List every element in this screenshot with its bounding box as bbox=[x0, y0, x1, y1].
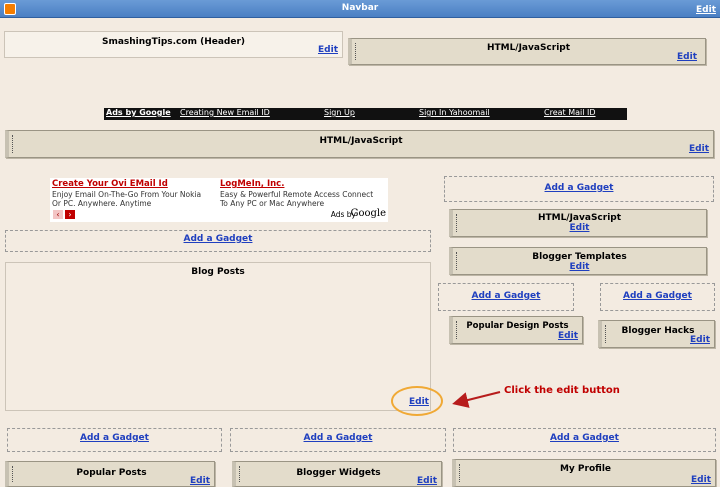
footer-add-gadget-2[interactable]: Add a Gadget bbox=[230, 428, 446, 452]
ad1-title[interactable]: Create Your Ovi EMail Id bbox=[52, 179, 168, 189]
annotation-text: Click the edit button bbox=[504, 385, 620, 396]
sidebar-templates-title: Blogger Templates bbox=[532, 252, 627, 262]
sidebar-html-widget: HTML/JavaScript Edit bbox=[449, 209, 707, 237]
popular-design-widget: Popular Design Posts Edit bbox=[449, 316, 583, 344]
blogger-widgets-edit-link[interactable]: Edit bbox=[417, 476, 437, 486]
sidebar-templates-edit-link[interactable]: Edit bbox=[570, 262, 590, 272]
sidebar-add-gadget-right-link[interactable]: Add a Gadget bbox=[623, 291, 692, 301]
footer-add-gadget-1-link[interactable]: Add a Gadget bbox=[80, 433, 149, 443]
header-edit-link[interactable]: Edit bbox=[318, 45, 338, 55]
popular-design-title: Popular Design Posts bbox=[466, 321, 569, 331]
popular-posts-edit-link[interactable]: Edit bbox=[190, 476, 210, 486]
main-add-gadget-link[interactable]: Add a Gadget bbox=[184, 234, 253, 244]
blogger-hacks-edit-link[interactable]: Edit bbox=[690, 335, 710, 345]
ad1-line1: Enjoy Email On-The-Go From Your Nokia bbox=[52, 190, 202, 199]
sidebar-add-gadget-top[interactable]: Add a Gadget bbox=[444, 176, 714, 202]
blog-posts-title: Blog Posts bbox=[191, 267, 245, 277]
ads-link-4[interactable]: Creat Mail ID bbox=[544, 108, 596, 117]
footer-add-gadget-1[interactable]: Add a Gadget bbox=[7, 428, 222, 452]
wide-html-edit-link[interactable]: Edit bbox=[689, 144, 709, 154]
blog-posts-widget: Blog Posts bbox=[5, 262, 431, 411]
ads-link-1[interactable]: Creating New Email ID bbox=[180, 108, 270, 117]
navbar-title: Navbar bbox=[341, 3, 379, 13]
ads-by-google-label: Ads by Google bbox=[106, 108, 171, 117]
sidebar-html-title: HTML/JavaScript bbox=[537, 213, 622, 223]
footer-add-gadget-3[interactable]: Add a Gadget bbox=[453, 428, 716, 452]
blogger-widgets-widget: Blogger Widgets Edit bbox=[232, 461, 442, 487]
wide-html-widget: HTML/JavaScript Edit bbox=[5, 130, 714, 158]
blogger-hacks-widget: Blogger Hacks Edit bbox=[598, 320, 715, 348]
my-profile-edit-link[interactable]: Edit bbox=[691, 475, 711, 485]
footer-add-gadget-2-link[interactable]: Add a Gadget bbox=[304, 433, 373, 443]
ad-prev-button[interactable]: ‹ bbox=[53, 210, 63, 219]
my-profile-widget: My Profile Edit bbox=[452, 459, 716, 487]
google-logo-text: Google bbox=[350, 208, 386, 219]
top-html-edit-link[interactable]: Edit bbox=[677, 52, 697, 62]
navbar-edit-link[interactable]: Edit bbox=[696, 5, 716, 15]
main-add-gadget[interactable]: Add a Gadget bbox=[5, 230, 431, 252]
wide-html-title: HTML/JavaScript bbox=[319, 136, 403, 146]
ad-next-button[interactable]: › bbox=[65, 210, 75, 219]
top-html-widget: HTML/JavaScript Edit bbox=[348, 38, 706, 65]
edit-highlight-ellipse bbox=[391, 386, 443, 416]
sidebar-add-gadget-right[interactable]: Add a Gadget bbox=[600, 283, 715, 311]
popular-posts-widget: Popular Posts Edit bbox=[5, 461, 215, 487]
popular-design-edit-link[interactable]: Edit bbox=[558, 331, 578, 341]
footer-add-gadget-3-link[interactable]: Add a Gadget bbox=[550, 433, 619, 443]
navbar: Navbar Edit bbox=[0, 0, 720, 18]
annotation-arrow-icon bbox=[452, 391, 501, 408]
ads-link-2[interactable]: Sign Up bbox=[324, 108, 355, 117]
header-widget: SmashingTips.com (Header) Edit bbox=[4, 31, 343, 58]
sidebar-html-edit-link[interactable]: Edit bbox=[570, 223, 590, 233]
sidebar-templates-widget: Blogger Templates Edit bbox=[449, 247, 707, 275]
sidebar-add-gadget-left[interactable]: Add a Gadget bbox=[438, 283, 574, 311]
popular-posts-title: Popular Posts bbox=[76, 468, 147, 478]
sidebar-add-gadget-top-link[interactable]: Add a Gadget bbox=[545, 183, 614, 193]
my-profile-title: My Profile bbox=[559, 464, 612, 474]
ad2-title[interactable]: LogMeIn, Inc. bbox=[220, 179, 284, 189]
top-html-title: HTML/JavaScript bbox=[486, 43, 571, 53]
sidebar-add-gadget-left-link[interactable]: Add a Gadget bbox=[472, 291, 541, 301]
header-title: SmashingTips.com (Header) bbox=[101, 37, 246, 47]
adsense-block: Create Your Ovi EMail Id Enjoy Email On-… bbox=[50, 178, 388, 222]
ad2-line2: To Any PC or Mac Anywhere bbox=[220, 199, 325, 208]
ad1-line2: Or PC. Anywhere. Anytime bbox=[52, 199, 152, 208]
ad2-line1: Easy & Powerful Remote Access Connect bbox=[220, 190, 374, 199]
ads-link-3[interactable]: Sign In Yahoomail bbox=[419, 108, 490, 117]
blogger-widgets-title: Blogger Widgets bbox=[296, 468, 381, 478]
ads-link-bar: Ads by Google Creating New Email ID Sign… bbox=[104, 108, 627, 120]
